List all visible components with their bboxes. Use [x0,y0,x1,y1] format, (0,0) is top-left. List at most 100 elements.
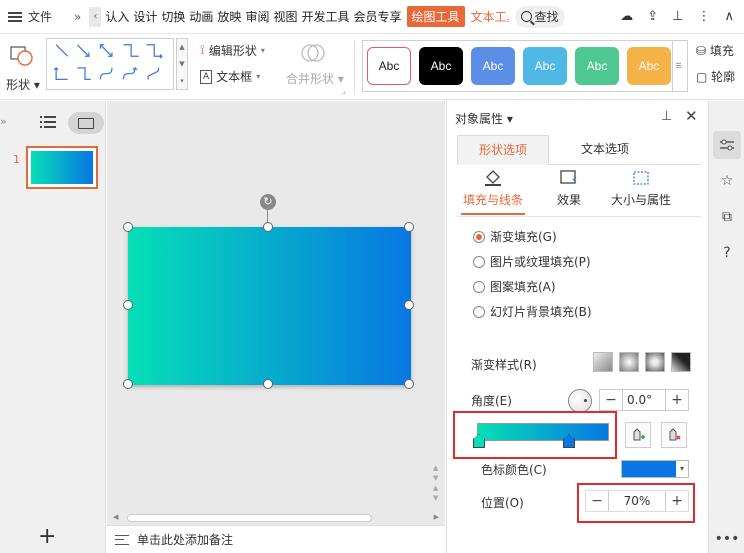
close-icon[interactable]: ✕ [685,107,698,125]
canvas-horizontal-scrollbar[interactable]: ◀ ▶ [107,511,445,525]
ribbon-collapse-icon[interactable]: ∧ [724,9,734,24]
radio-button[interactable] [473,255,485,268]
outline-view-icon[interactable] [40,115,56,129]
scroll-left-icon[interactable]: ◀ [113,513,118,521]
tab-design[interactable]: 设计 [131,8,159,25]
ribbon-dialog-launcher-icon[interactable]: ⌟ [342,86,346,95]
notes-bar[interactable]: 单击此处添加备注 [107,525,445,553]
rotate-handle-icon[interactable]: ↻ [260,194,276,210]
search-button[interactable]: 查找 [514,5,565,28]
slide-canvas[interactable]: ↻ [107,101,445,525]
expand-gallery-icon[interactable]: ▾ [180,77,184,85]
notes-placeholder[interactable]: 单击此处添加备注 [137,531,233,548]
radio-button[interactable] [473,305,485,318]
pin-top-icon[interactable]: ⊥ [672,9,683,24]
share-icon[interactable]: ⇪ [647,9,658,24]
radio-button[interactable] [473,280,485,293]
gradient-bar[interactable] [477,423,609,441]
insert-shape-button[interactable]: 形状 ▾ [4,40,40,92]
fill-button[interactable]: ⛁ 填充 [696,42,734,59]
expand-panel-icon[interactable]: » [0,115,7,128]
panel-title[interactable]: 对象属性 ▾ [455,110,513,127]
scroll-up-icon[interactable]: ▲ [179,43,184,51]
shape-style-tile[interactable]: Abc [523,47,567,85]
resize-handle-sw[interactable] [123,379,133,389]
collapse-arrow-icon[interactable]: ‹ [89,6,102,27]
style-gallery-scroll[interactable]: ☰ [672,40,684,92]
radio-slide-bg-fill[interactable]: 幻灯片背景填充(B) [473,303,592,320]
position-value[interactable]: 70% [608,491,666,511]
more-button[interactable]: ••• [713,525,741,553]
position-stepper[interactable]: − 70% + [585,490,689,512]
add-slide-button[interactable]: + [38,524,56,549]
subtab-fill-line[interactable]: 填充与线条 [461,165,525,208]
pin-icon[interactable]: ⊥ [661,109,672,124]
angle-dial[interactable] [568,389,592,413]
slide-thumbnail[interactable] [26,146,98,189]
dropdown-arrow-icon[interactable]: ▾ [676,461,688,477]
outline-button[interactable]: ▢ 轮廓 [696,68,735,85]
decrease-icon[interactable]: − [586,493,608,509]
tab-animation[interactable]: 动画 [187,8,215,25]
merge-shape-button[interactable]: 合并形状 ▾ [286,70,344,87]
increase-icon[interactable]: + [666,392,688,408]
scroll-thumb[interactable] [127,514,372,522]
canvas-vertical-scrollbar[interactable]: ▲ ▼ ▲ ▼ [430,101,444,511]
shape-style-tile[interactable]: Abc [575,47,619,85]
subtab-size-properties[interactable]: 大小与属性 [603,165,679,208]
more-menus-icon[interactable]: » [74,10,81,24]
resize-handle-ne[interactable] [404,222,414,232]
menu-icon[interactable] [8,11,22,22]
radio-button[interactable] [473,230,485,243]
remove-stop-button[interactable] [661,422,687,448]
shape-style-tile[interactable]: Abc [367,47,411,85]
scroll-arrows[interactable]: ▲ ▼ ▲ ▼ [433,463,438,503]
resize-handle-nw[interactable] [123,222,133,232]
radio-picture-fill[interactable]: 图片或纹理填充(P) [473,253,591,270]
tab-member[interactable]: 会员专享 [351,8,403,25]
tab-developer[interactable]: 开发工具 [299,8,351,25]
tab-shape-options[interactable]: 形状选项 [457,135,549,165]
shape-style-tile[interactable]: Abc [627,47,671,85]
shape-style-tile[interactable]: Abc [471,47,515,85]
resize-handle-se[interactable] [404,379,414,389]
radio-pattern-fill[interactable]: 图案填充(A) [473,278,556,295]
gradient-rect-option[interactable] [645,352,665,372]
stop-color-picker[interactable]: ▾ [621,460,689,478]
line-shapes-gallery[interactable] [46,38,174,90]
tab-transition[interactable]: 切换 [159,8,187,25]
add-stop-button[interactable] [625,422,651,448]
edit-shape-button[interactable]: ⟟ 编辑形状 ▾ [200,42,265,59]
decrease-icon[interactable]: − [600,392,622,408]
gallery-scroll[interactable]: ▲ ▼ ▾ [176,38,188,90]
increase-icon[interactable]: + [666,493,688,509]
sync-button[interactable]: ⧉ [713,203,741,231]
radio-gradient-fill[interactable]: 渐变填充(G) [473,228,557,245]
tab-insert[interactable]: 认入 [103,8,131,25]
angle-stepper[interactable]: − 0.0° + [599,389,689,411]
gradient-rectangle[interactable] [128,227,411,385]
properties-toggle-button[interactable] [713,131,741,159]
resize-handle-n[interactable] [263,222,273,232]
angle-value[interactable]: 0.0° [622,390,666,410]
more-options-icon[interactable]: ⋮ [697,9,710,24]
tab-view[interactable]: 视图 [271,8,299,25]
tab-text-options[interactable]: 文本选项 [563,135,647,165]
subtab-effects[interactable]: 效果 [545,165,593,208]
tab-drawing-tools[interactable]: 绘图工具 [406,6,465,27]
gradient-linear-option[interactable] [593,352,613,372]
resize-handle-e[interactable] [404,300,414,310]
scroll-right-icon[interactable]: ▶ [434,513,439,521]
help-button[interactable]: ? [713,239,741,267]
tab-slideshow[interactable]: 放映 [215,8,243,25]
textbox-button[interactable]: A 文本框 ▾ [200,68,260,85]
menu-file[interactable]: 文件 [28,8,52,25]
tab-review[interactable]: 审阅 [243,8,271,25]
expand-styles-icon[interactable]: ☰ [675,62,681,70]
tab-text-tools[interactable]: 文本工具 [469,8,509,25]
resize-handle-w[interactable] [123,300,133,310]
scroll-down-icon[interactable]: ▼ [179,60,184,68]
gradient-path-option[interactable] [671,352,691,372]
cloud-sync-icon[interactable]: ☁ [620,9,633,24]
star-button[interactable]: ☆ [713,167,741,195]
